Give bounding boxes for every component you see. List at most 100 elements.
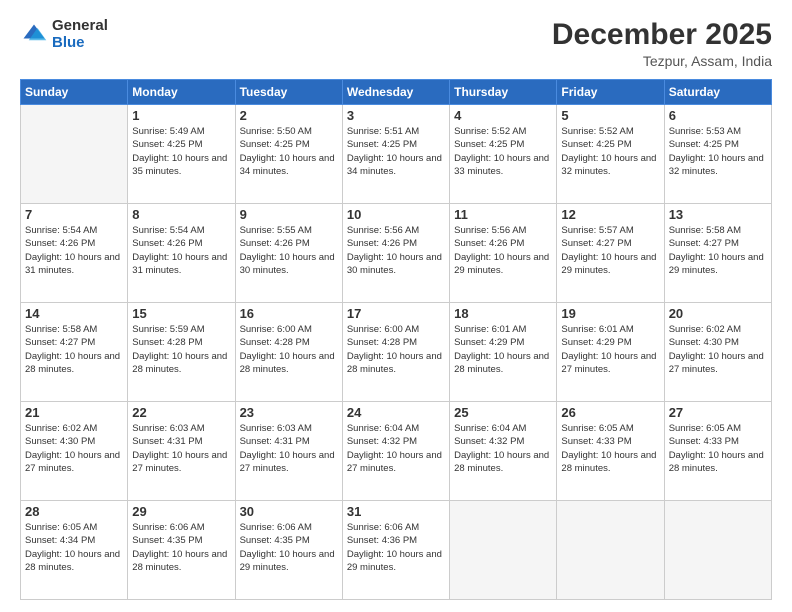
day-number: 5 [561,108,659,123]
day-number: 29 [132,504,230,519]
calendar-page: General Blue December 2025 Tezpur, Assam… [0,0,792,612]
day-info: Sunrise: 6:05 AMSunset: 4:33 PMDaylight:… [669,422,767,475]
col-sunday: Sunday [21,80,128,105]
day-info: Sunrise: 5:56 AMSunset: 4:26 PMDaylight:… [347,224,445,277]
day-info: Sunrise: 6:02 AMSunset: 4:30 PMDaylight:… [25,422,123,475]
day-number: 26 [561,405,659,420]
day-number: 12 [561,207,659,222]
day-cell: 26 Sunrise: 6:05 AMSunset: 4:33 PMDayligh… [557,402,664,501]
day-number: 10 [347,207,445,222]
day-number: 15 [132,306,230,321]
day-number: 1 [132,108,230,123]
day-info: Sunrise: 6:03 AMSunset: 4:31 PMDaylight:… [240,422,338,475]
day-cell: 3 Sunrise: 5:51 AMSunset: 4:25 PMDaylight… [342,105,449,204]
day-info: Sunrise: 5:52 AMSunset: 4:25 PMDaylight:… [561,125,659,178]
month-title: December 2025 [552,18,772,51]
header-row: Sunday Monday Tuesday Wednesday Thursday… [21,80,772,105]
day-cell: 7 Sunrise: 5:54 AMSunset: 4:26 PMDaylight… [21,204,128,303]
day-info: Sunrise: 6:06 AMSunset: 4:35 PMDaylight:… [132,521,230,574]
day-number: 28 [25,504,123,519]
col-thursday: Thursday [450,80,557,105]
day-number: 14 [25,306,123,321]
day-number: 21 [25,405,123,420]
day-number: 3 [347,108,445,123]
day-number: 23 [240,405,338,420]
day-number: 8 [132,207,230,222]
col-friday: Friday [557,80,664,105]
day-number: 31 [347,504,445,519]
day-info: Sunrise: 6:05 AMSunset: 4:34 PMDaylight:… [25,521,123,574]
day-number: 20 [669,306,767,321]
day-info: Sunrise: 6:04 AMSunset: 4:32 PMDaylight:… [454,422,552,475]
calendar-table: Sunday Monday Tuesday Wednesday Thursday… [20,79,772,600]
location: Tezpur, Assam, India [552,53,772,69]
logo-blue: Blue [52,35,108,52]
day-cell: 31 Sunrise: 6:06 AMSunset: 4:36 PMDayligh… [342,501,449,600]
day-number: 11 [454,207,552,222]
day-cell: 20 Sunrise: 6:02 AMSunset: 4:30 PMDayligh… [664,303,771,402]
day-cell: 28 Sunrise: 6:05 AMSunset: 4:34 PMDayligh… [21,501,128,600]
day-cell: 25Sunrise: 6:04 AMSunset: 4:32 PMDayligh… [450,402,557,501]
day-number: 7 [25,207,123,222]
day-info: Sunrise: 5:54 AMSunset: 4:26 PMDaylight:… [25,224,123,277]
col-tuesday: Tuesday [235,80,342,105]
day-cell: 1Sunrise: 5:49 AMSunset: 4:25 PMDaylight… [128,105,235,204]
logo-general: General [52,18,108,35]
day-info: Sunrise: 5:52 AMSunset: 4:25 PMDaylight:… [454,125,552,178]
day-cell [450,501,557,600]
week-row-3: 14 Sunrise: 5:58 AMSunset: 4:27 PMDayligh… [21,303,772,402]
logo-text: General Blue [52,18,108,51]
day-number: 13 [669,207,767,222]
day-info: Sunrise: 6:04 AMSunset: 4:32 PMDaylight:… [347,422,445,475]
day-info: Sunrise: 6:06 AMSunset: 4:36 PMDaylight:… [347,521,445,574]
day-number: 2 [240,108,338,123]
day-cell: 23 Sunrise: 6:03 AMSunset: 4:31 PMDayligh… [235,402,342,501]
title-block: December 2025 Tezpur, Assam, India [552,18,772,69]
day-number: 18 [454,306,552,321]
day-number: 6 [669,108,767,123]
day-info: Sunrise: 5:58 AMSunset: 4:27 PMDaylight:… [669,224,767,277]
week-row-1: 1Sunrise: 5:49 AMSunset: 4:25 PMDaylight… [21,105,772,204]
day-info: Sunrise: 6:05 AMSunset: 4:33 PMDaylight:… [561,422,659,475]
day-cell: 19Sunrise: 6:01 AMSunset: 4:29 PMDayligh… [557,303,664,402]
day-cell [557,501,664,600]
day-number: 16 [240,306,338,321]
logo: General Blue [20,18,108,51]
day-cell [21,105,128,204]
day-cell: 21 Sunrise: 6:02 AMSunset: 4:30 PMDayligh… [21,402,128,501]
day-cell [664,501,771,600]
day-cell: 6Sunrise: 5:53 AMSunset: 4:25 PMDaylight… [664,105,771,204]
day-info: Sunrise: 5:58 AMSunset: 4:27 PMDaylight:… [25,323,123,376]
day-cell: 12Sunrise: 5:57 AMSunset: 4:27 PMDayligh… [557,204,664,303]
day-info: Sunrise: 6:02 AMSunset: 4:30 PMDaylight:… [669,323,767,376]
day-cell: 22Sunrise: 6:03 AMSunset: 4:31 PMDayligh… [128,402,235,501]
day-cell: 29 Sunrise: 6:06 AMSunset: 4:35 PMDayligh… [128,501,235,600]
day-cell: 24 Sunrise: 6:04 AMSunset: 4:32 PMDayligh… [342,402,449,501]
day-cell: 14 Sunrise: 5:58 AMSunset: 4:27 PMDayligh… [21,303,128,402]
col-saturday: Saturday [664,80,771,105]
day-cell: 30 Sunrise: 6:06 AMSunset: 4:35 PMDayligh… [235,501,342,600]
day-number: 30 [240,504,338,519]
day-info: Sunrise: 5:59 AMSunset: 4:28 PMDaylight:… [132,323,230,376]
week-row-4: 21 Sunrise: 6:02 AMSunset: 4:30 PMDayligh… [21,402,772,501]
col-monday: Monday [128,80,235,105]
day-cell: 27 Sunrise: 6:05 AMSunset: 4:33 PMDayligh… [664,402,771,501]
day-cell: 10 Sunrise: 5:56 AMSunset: 4:26 PMDayligh… [342,204,449,303]
day-number: 17 [347,306,445,321]
day-cell: 9Sunrise: 5:55 AMSunset: 4:26 PMDaylight… [235,204,342,303]
day-cell: 11Sunrise: 5:56 AMSunset: 4:26 PMDayligh… [450,204,557,303]
day-cell: 8Sunrise: 5:54 AMSunset: 4:26 PMDaylight… [128,204,235,303]
day-cell: 13 Sunrise: 5:58 AMSunset: 4:27 PMDayligh… [664,204,771,303]
day-info: Sunrise: 5:51 AMSunset: 4:25 PMDaylight:… [347,125,445,178]
day-info: Sunrise: 5:55 AMSunset: 4:26 PMDaylight:… [240,224,338,277]
day-cell: 5 Sunrise: 5:52 AMSunset: 4:25 PMDaylight… [557,105,664,204]
day-cell: 18Sunrise: 6:01 AMSunset: 4:29 PMDayligh… [450,303,557,402]
day-cell: 15 Sunrise: 5:59 AMSunset: 4:28 PMDayligh… [128,303,235,402]
day-cell: 4Sunrise: 5:52 AMSunset: 4:25 PMDaylight… [450,105,557,204]
day-cell: 2Sunrise: 5:50 AMSunset: 4:25 PMDaylight… [235,105,342,204]
day-number: 27 [669,405,767,420]
day-info: Sunrise: 6:06 AMSunset: 4:35 PMDaylight:… [240,521,338,574]
header: General Blue December 2025 Tezpur, Assam… [20,18,772,69]
day-number: 24 [347,405,445,420]
day-info: Sunrise: 6:00 AMSunset: 4:28 PMDaylight:… [347,323,445,376]
